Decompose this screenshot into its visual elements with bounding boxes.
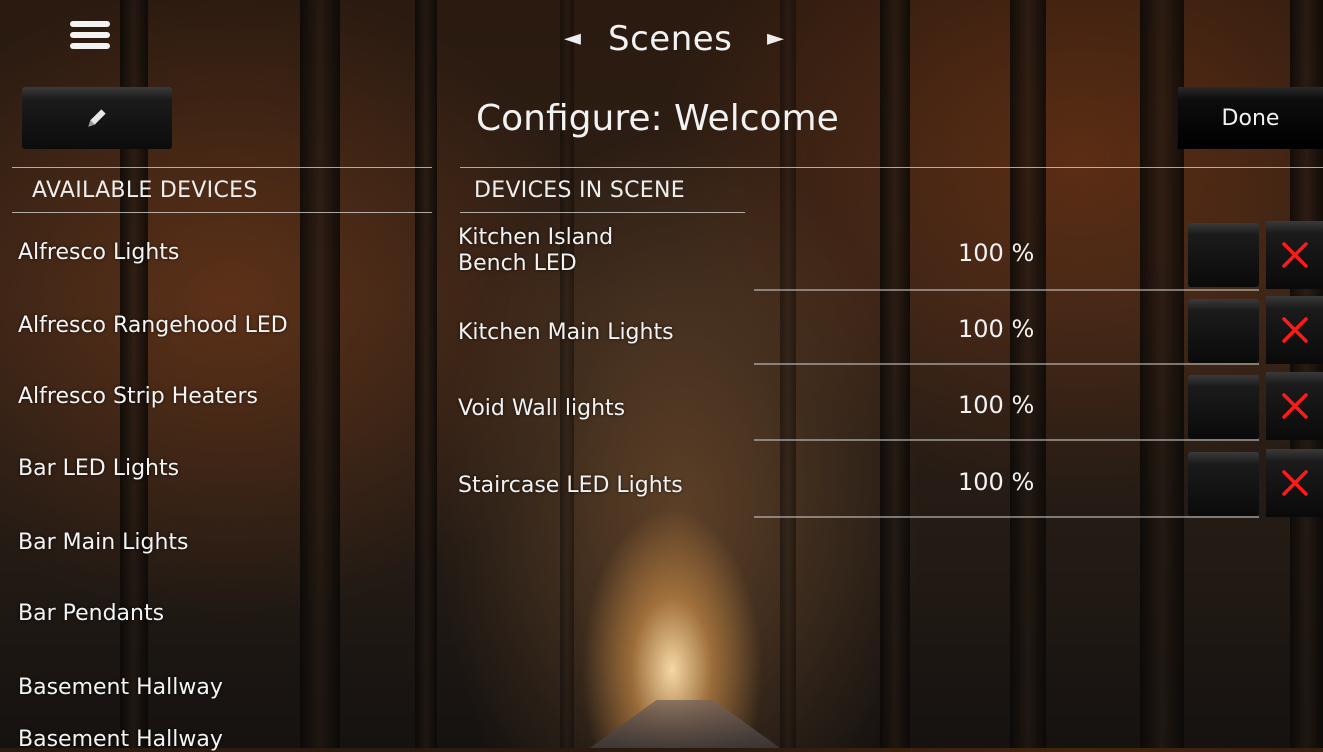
available-devices-header: AVAILABLE DEVICES <box>32 178 258 203</box>
list-item[interactable]: Basement Hallway <box>18 727 223 752</box>
devices-in-scene-header: DEVICES IN SCENE <box>474 178 685 203</box>
hamburger-menu-icon[interactable] <box>70 21 110 57</box>
close-icon <box>1281 470 1308 496</box>
list-item[interactable]: Bar Pendants <box>18 601 164 626</box>
done-button[interactable]: Done <box>1178 87 1323 149</box>
list-item[interactable]: Alfresco Rangehood LED <box>18 313 288 338</box>
level-button[interactable] <box>1188 223 1259 287</box>
next-arrow-icon[interactable]: ► <box>767 26 784 51</box>
scene-device-level[interactable]: 100 % <box>958 315 1034 343</box>
list-item[interactable]: Bar Main Lights <box>18 530 189 555</box>
divider <box>460 167 1323 168</box>
close-icon <box>1281 393 1308 419</box>
configure-title: Configure: Welcome <box>476 98 839 139</box>
list-item[interactable]: Basement Hallway <box>18 675 223 700</box>
level-button[interactable] <box>1188 375 1259 439</box>
scene-device-row: Kitchen Island Bench LED 100 % <box>456 219 1323 291</box>
divider <box>12 167 432 168</box>
scene-device-row: Void Wall lights 100 % <box>456 369 1323 441</box>
scene-device-name: Kitchen Main Lights <box>458 320 674 345</box>
divider <box>754 289 1259 291</box>
list-item[interactable]: Bar LED Lights <box>18 456 179 481</box>
divider <box>754 363 1259 365</box>
previous-arrow-icon[interactable]: ◄ <box>564 26 581 51</box>
scene-device-level[interactable]: 100 % <box>958 239 1034 267</box>
divider <box>12 212 432 213</box>
scene-device-name: Void Wall lights <box>458 396 626 421</box>
list-item[interactable]: Alfresco Lights <box>18 240 179 265</box>
divider <box>460 212 745 213</box>
level-button[interactable] <box>1188 299 1259 363</box>
edit-button[interactable] <box>22 87 172 149</box>
list-item[interactable]: Alfresco Strip Heaters <box>18 384 258 409</box>
close-icon <box>1281 242 1308 268</box>
level-button[interactable] <box>1188 452 1259 516</box>
pencil-icon <box>88 109 106 127</box>
remove-button[interactable] <box>1266 449 1323 517</box>
scene-device-level[interactable]: 100 % <box>958 391 1034 419</box>
divider <box>754 516 1259 518</box>
divider <box>754 439 1259 441</box>
page-title: Scenes <box>608 19 733 59</box>
scene-device-row: Staircase LED Lights 100 % <box>456 446 1323 518</box>
scene-device-name: Kitchen Island Bench LED <box>458 225 614 276</box>
scene-device-name: Staircase LED Lights <box>458 473 683 498</box>
remove-button[interactable] <box>1266 221 1323 289</box>
scene-device-row: Kitchen Main Lights 100 % <box>456 293 1323 365</box>
scene-device-level[interactable]: 100 % <box>958 468 1034 496</box>
close-icon <box>1281 317 1308 343</box>
remove-button[interactable] <box>1266 296 1323 364</box>
remove-button[interactable] <box>1266 372 1323 440</box>
